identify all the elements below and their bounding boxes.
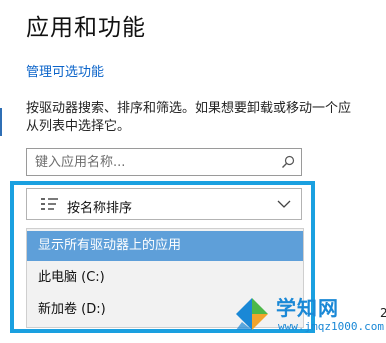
watermark-title: 学知网: [276, 296, 339, 320]
drive-option-all[interactable]: 显示所有驱动器上的应用: [27, 231, 303, 261]
chevron-down-icon: [277, 200, 291, 208]
page-title: 应用和功能: [26, 15, 146, 41]
watermark-url: www.jmqz1000.com: [278, 320, 384, 333]
sort-label: 按名称排序: [67, 201, 133, 216]
description-line-1: 按驱动器搜索、排序和筛选。如果想要卸载或移动一个应: [26, 101, 352, 116]
watermark-logo-icon: [236, 298, 268, 330]
sort-lines-icon: [41, 198, 58, 210]
sort-dropdown[interactable]: 按名称排序: [26, 188, 302, 220]
watermark: 学知网 www.jmqz1000.com: [232, 290, 386, 343]
search-box[interactable]: [26, 148, 302, 176]
search-input[interactable]: [27, 149, 275, 175]
manage-optional-features-link[interactable]: 管理可选功能: [26, 61, 104, 80]
drive-option-c[interactable]: 此电脑 (C:): [27, 263, 303, 293]
settings-page: 应用和功能 管理可选功能 按驱动器搜索、排序和筛选。如果想要卸载或移动一个应 从…: [0, 0, 386, 343]
description-line-2: 从列表中选择它。: [26, 119, 131, 134]
description-text: 按驱动器搜索、排序和筛选。如果想要卸载或移动一个应 从列表中选择它。: [26, 100, 386, 136]
search-icon[interactable]: [281, 155, 295, 169]
nav-accent-bar: [0, 108, 2, 136]
